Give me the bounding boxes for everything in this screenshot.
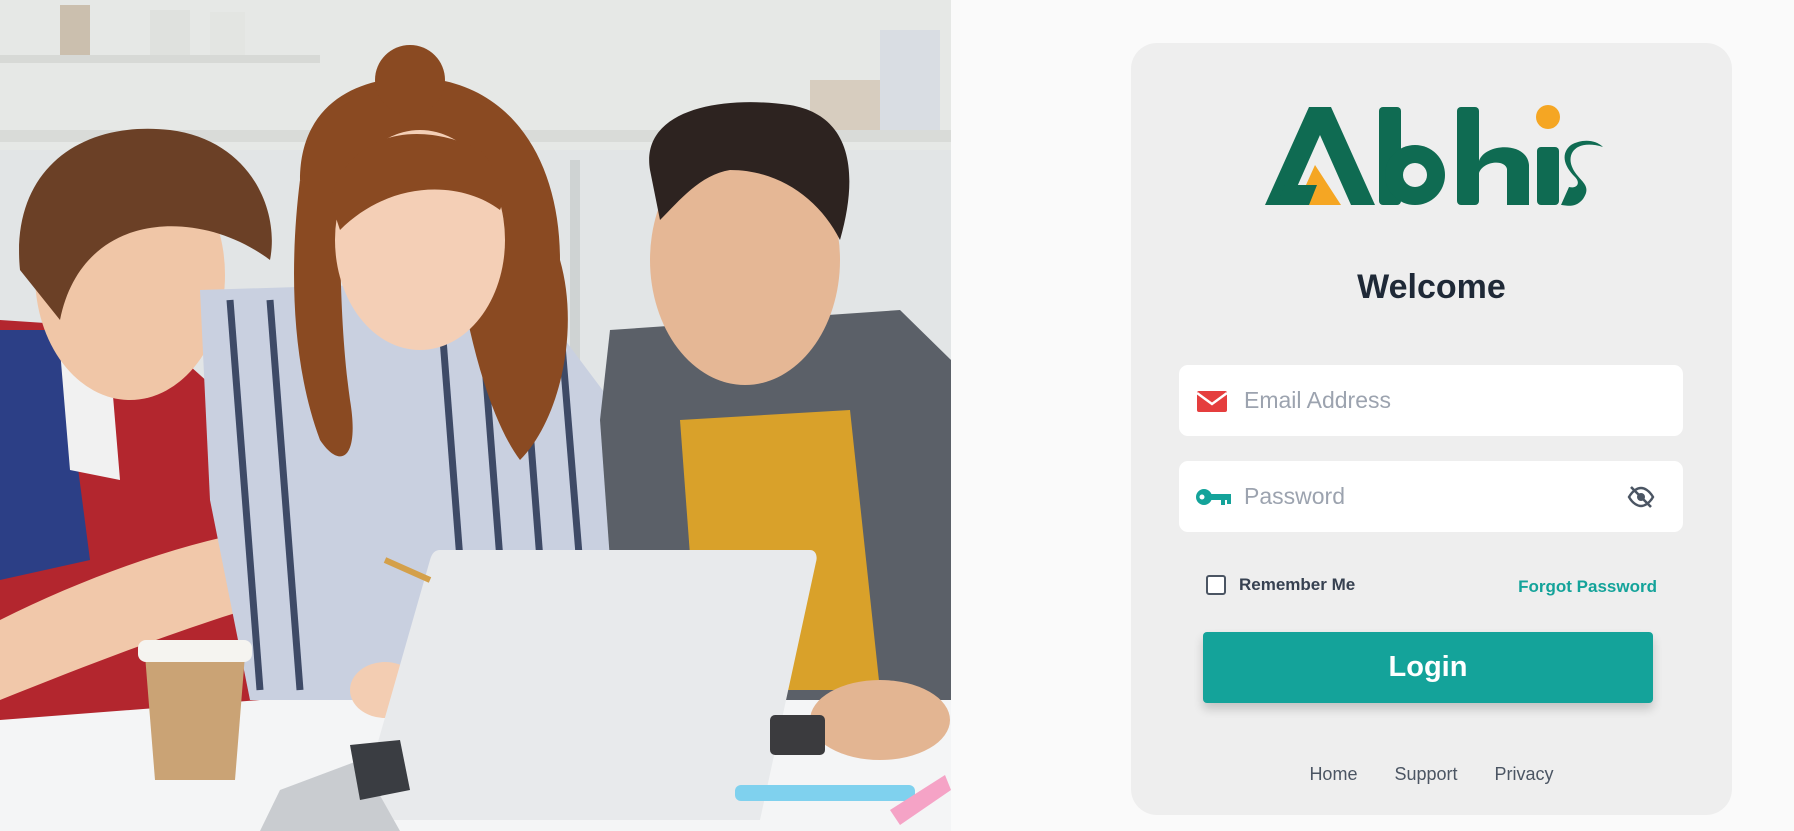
eye-slash-icon[interactable]: [1627, 485, 1655, 509]
email-input[interactable]: [1244, 365, 1624, 436]
email-field[interactable]: [1179, 365, 1683, 436]
remember-me-label: Remember Me: [1239, 575, 1356, 594]
login-card: Welcome Email Address Remember Me Forgot…: [1131, 43, 1732, 815]
footer-link-home[interactable]: Home: [1309, 764, 1357, 784]
forgot-password-link[interactable]: Forgot Password: [1518, 577, 1657, 597]
login-page: Welcome Email Address Remember Me Forgot…: [0, 0, 1794, 831]
abhis-logo: [1257, 101, 1605, 211]
envelope-icon: [1195, 385, 1229, 417]
password-input[interactable]: [1244, 461, 1624, 532]
footer-links: Home Support Privacy: [1131, 764, 1732, 785]
hero-photo: [0, 0, 951, 831]
key-icon: [1195, 481, 1231, 513]
footer-link-support[interactable]: Support: [1394, 764, 1457, 784]
remember-me-checkbox[interactable]: [1206, 575, 1226, 595]
password-field[interactable]: [1179, 461, 1683, 532]
welcome-heading: Welcome: [1357, 268, 1506, 306]
footer-link-privacy[interactable]: Privacy: [1495, 764, 1554, 784]
login-button[interactable]: Login: [1203, 632, 1653, 703]
remember-me[interactable]: Remember Me: [1206, 575, 1355, 595]
